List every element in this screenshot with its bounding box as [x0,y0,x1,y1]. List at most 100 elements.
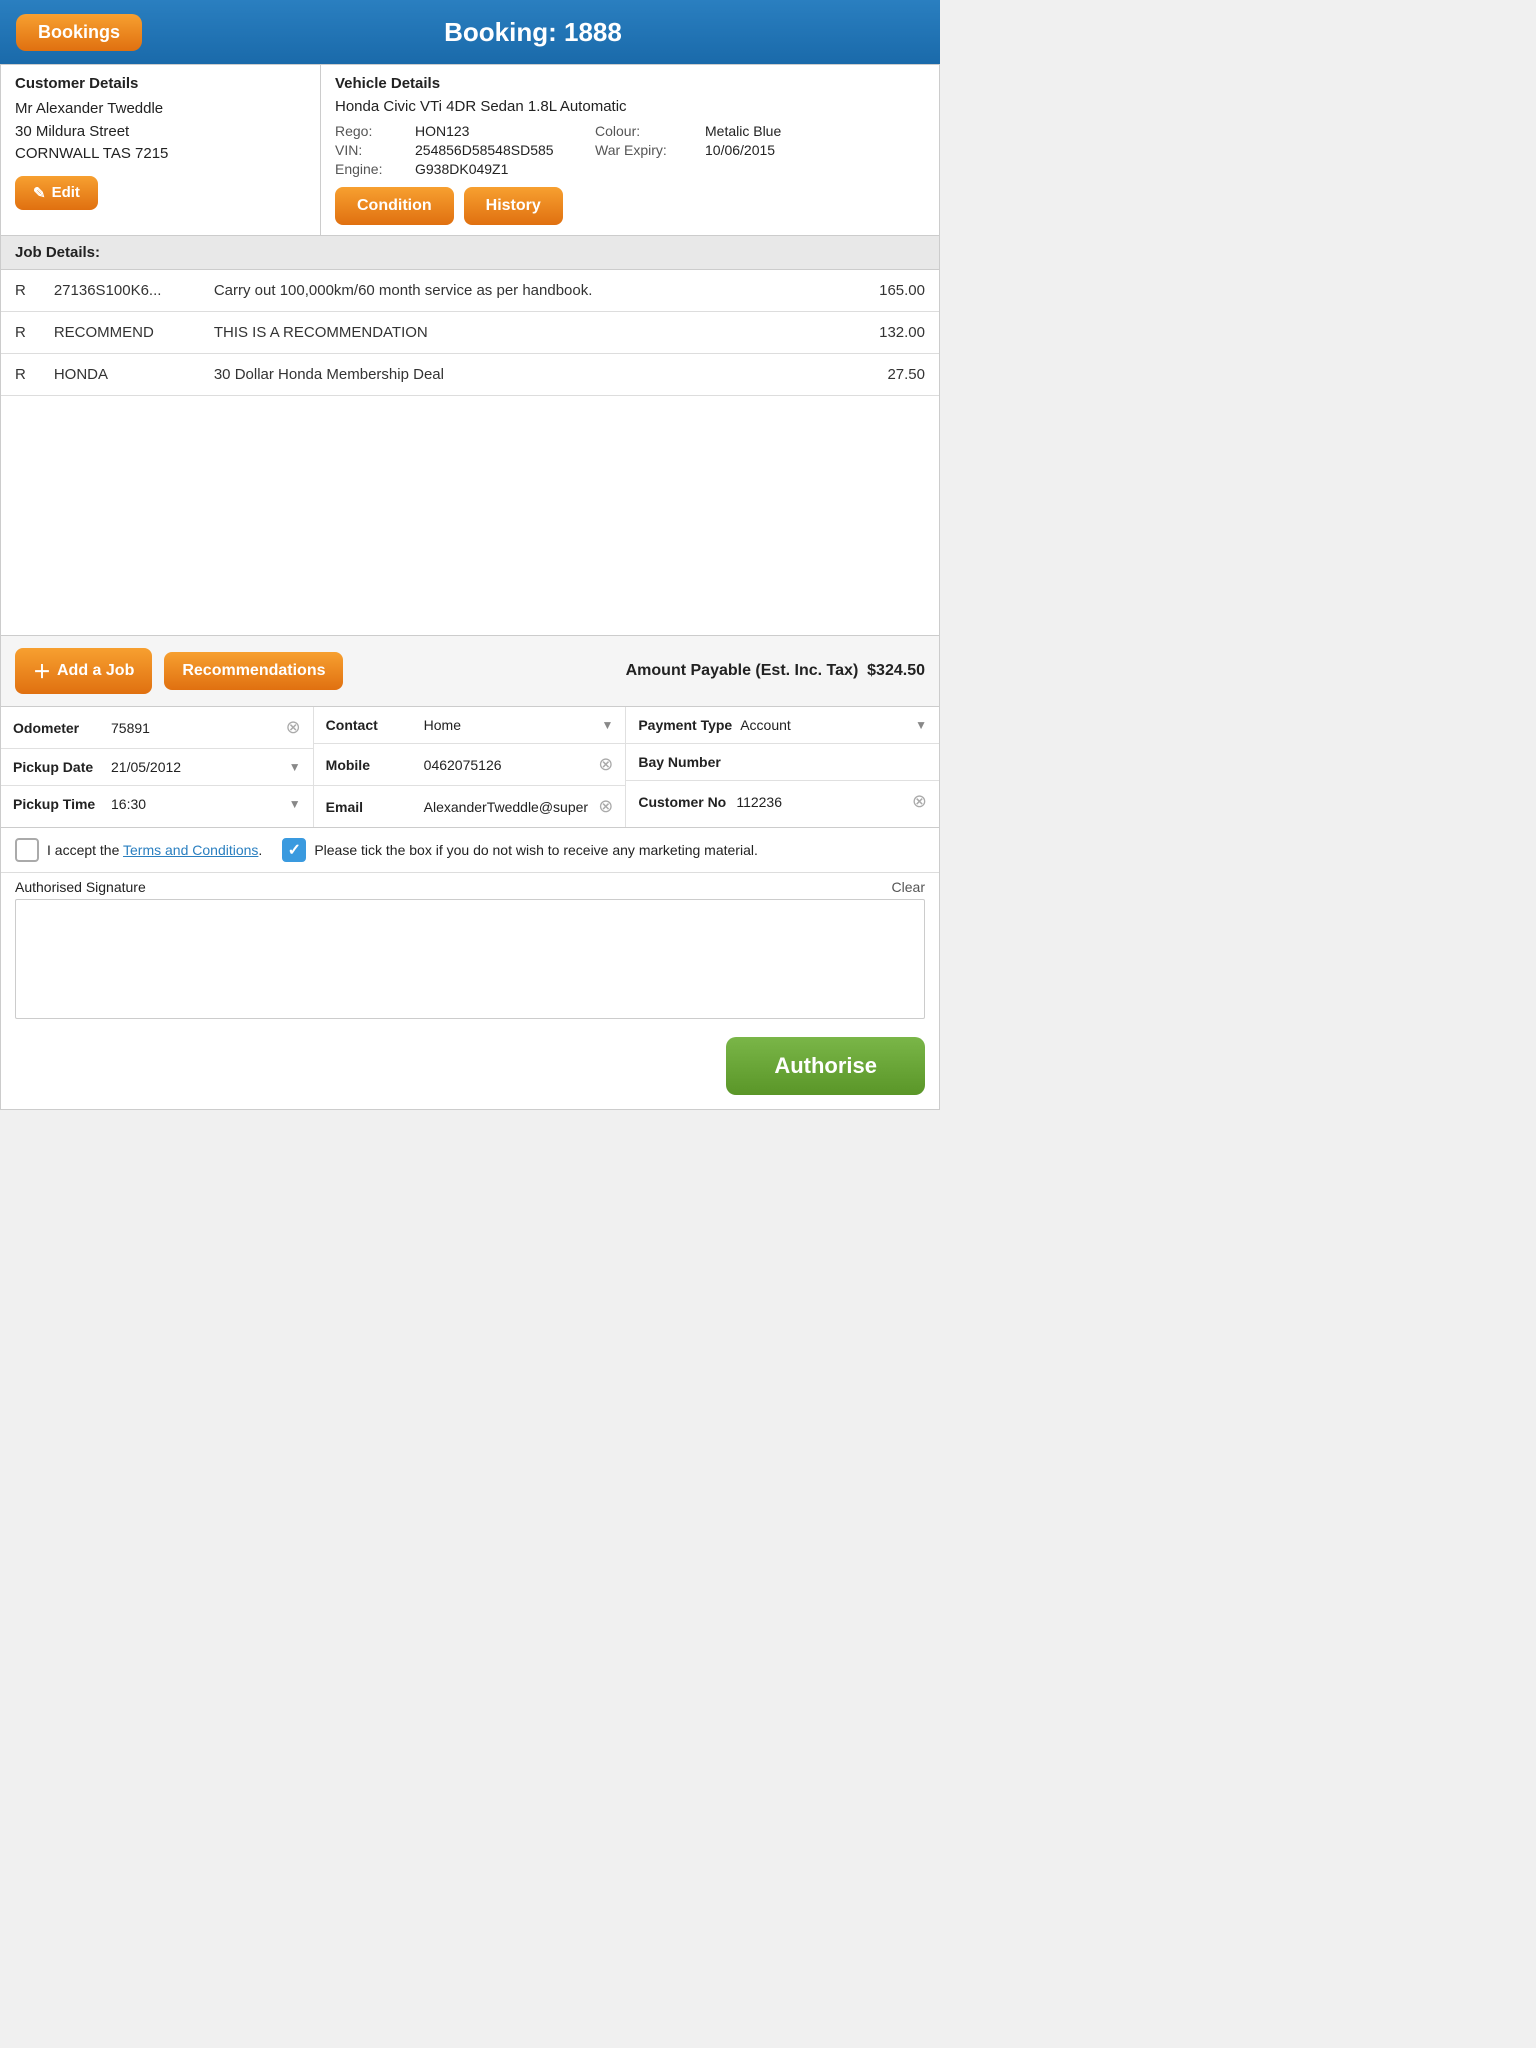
recommendations-button[interactable]: Recommendations [164,652,343,690]
job-description: 30 Dollar Honda Membership Deal [200,354,825,396]
odometer-clear-icon[interactable]: ⊗ [286,717,301,738]
customer-no-row: Customer No 112236 ⊗ [626,781,939,822]
signature-label: Authorised Signature [15,879,146,895]
payment-type-value: Account [740,717,911,733]
bay-number-label: Bay Number [638,754,728,770]
job-description: THIS IS A RECOMMENDATION [200,312,825,354]
add-job-button[interactable]: ＋ Add a Job [15,648,152,694]
terms-checkbox[interactable] [15,838,39,862]
table-row: R HONDA 30 Dollar Honda Membership Deal … [1,354,939,396]
job-code: 27136S100K6... [40,270,200,312]
job-description: Carry out 100,000km/60 month service as … [200,270,825,312]
contact-dropdown-icon[interactable]: ▼ [601,718,613,732]
job-code: HONDA [40,354,200,396]
pickup-time-value: 16:30 [111,796,281,812]
contact-value: Home [424,717,598,733]
job-amount: 132.00 [825,312,939,354]
checkbox-row: I accept the Terms and Conditions. ✓ Ple… [1,828,939,873]
war-expiry-label: War Expiry: [595,142,705,158]
job-prefix: R [1,312,40,354]
odometer-value: 75891 [111,720,278,736]
vehicle-buttons: Condition History [335,187,925,225]
colour-value: Metalic Blue [705,123,925,139]
form-col-2: Contact Home ▼ Mobile 0462075126 ⊗ Email… [314,707,627,827]
bay-number-row: Bay Number [626,744,939,781]
signature-header: Authorised Signature Clear [15,879,925,895]
contact-label: Contact [326,717,416,733]
plus-icon: ＋ [33,658,51,684]
vehicle-section: Vehicle Details Honda Civic VTi 4DR Seda… [321,65,939,235]
edit-icon: ✎ [33,184,46,202]
customer-section: Customer Details Mr Alexander Tweddle 30… [1,65,321,235]
authorise-button[interactable]: Authorise [726,1037,925,1095]
vehicle-model: Honda Civic VTi 4DR Sedan 1.8L Automatic [335,98,925,115]
signature-box[interactable] [15,899,925,1019]
header: Bookings Booking: 1888 [0,0,940,64]
vehicle-grid: Rego: HON123 Colour: Metalic Blue VIN: 2… [335,123,925,177]
payment-type-row: Payment Type Account ▼ [626,707,939,744]
engine-value: G938DK049Z1 [415,161,595,177]
marketing-checkbox-item: ✓ Please tick the box if you do not wish… [282,838,758,862]
job-table: R 27136S100K6... Carry out 100,000km/60 … [1,270,939,396]
mobile-row: Mobile 0462075126 ⊗ [314,744,626,786]
vehicle-section-title: Vehicle Details [335,75,925,92]
table-row: R RECOMMEND THIS IS A RECOMMENDATION 132… [1,312,939,354]
edit-button[interactable]: ✎ Edit [15,176,98,210]
mobile-value: 0462075126 [424,757,591,773]
bookings-button[interactable]: Bookings [16,14,142,51]
form-col-3: Payment Type Account ▼ Bay Number Custom… [626,707,939,827]
job-details-header: Job Details: [1,236,939,270]
bottom-toolbar: ＋ Add a Job Recommendations Amount Payab… [1,636,939,707]
rego-value: HON123 [415,123,595,139]
history-button[interactable]: History [464,187,563,225]
pickup-date-dropdown-icon[interactable]: ▼ [289,760,301,774]
customer-no-value: 112236 [736,794,904,810]
pickup-time-dropdown-icon[interactable]: ▼ [289,797,301,811]
signature-area: Authorised Signature Clear [1,873,939,1023]
email-clear-icon[interactable]: ⊗ [598,796,613,817]
authorise-container: Authorise [1,1023,939,1109]
condition-button[interactable]: Condition [335,187,454,225]
table-row: R 27136S100K6... Carry out 100,000km/60 … [1,270,939,312]
pickup-time-label: Pickup Time [13,796,103,812]
vin-label: VIN: [335,142,415,158]
mobile-clear-icon[interactable]: ⊗ [598,754,613,775]
mobile-label: Mobile [326,757,416,773]
form-section: Odometer 75891 ⊗ Pickup Date 21/05/2012 … [1,707,939,828]
clear-signature-button[interactable]: Clear [892,879,925,895]
pickup-date-row: Pickup Date 21/05/2012 ▼ [1,749,313,786]
top-details: Customer Details Mr Alexander Tweddle 30… [1,65,939,236]
email-row: Email AlexanderTweddle@super ⊗ [314,786,626,827]
payment-type-dropdown-icon[interactable]: ▼ [915,718,927,732]
job-code: RECOMMEND [40,312,200,354]
customer-name: Mr Alexander Tweddle 30 Mildura Street C… [15,98,306,166]
odometer-label: Odometer [13,720,103,736]
form-col-1: Odometer 75891 ⊗ Pickup Date 21/05/2012 … [1,707,314,827]
payment-type-select[interactable]: Account ▼ [740,717,927,733]
terms-checkbox-item: I accept the Terms and Conditions. [15,838,262,862]
contact-select[interactable]: Home ▼ [424,717,614,733]
email-label: Email [326,799,416,815]
job-amount: 27.50 [825,354,939,396]
terms-link[interactable]: Terms and Conditions [123,842,258,858]
empty-jobs-area [1,396,939,636]
amount-payable: Amount Payable (Est. Inc. Tax) $324.50 [626,662,925,680]
main-content: Customer Details Mr Alexander Tweddle 30… [0,64,940,1110]
customer-section-title: Customer Details [15,75,306,92]
job-prefix: R [1,270,40,312]
customer-no-clear-icon[interactable]: ⊗ [912,791,927,812]
page-title: Booking: 1888 [142,17,924,48]
odometer-row: Odometer 75891 ⊗ [1,707,313,749]
terms-text: I accept the Terms and Conditions. [47,842,262,858]
marketing-text: Please tick the box if you do not wish t… [314,842,758,858]
war-expiry-value: 10/06/2015 [705,142,925,158]
engine-label: Engine: [335,161,415,177]
rego-label: Rego: [335,123,415,139]
pickup-date-label: Pickup Date [13,759,103,775]
customer-no-label: Customer No [638,794,728,810]
email-value: AlexanderTweddle@super [424,799,591,815]
pickup-date-value: 21/05/2012 [111,759,281,775]
marketing-checkbox[interactable]: ✓ [282,838,306,862]
job-amount: 165.00 [825,270,939,312]
pickup-time-row: Pickup Time 16:30 ▼ [1,786,313,822]
